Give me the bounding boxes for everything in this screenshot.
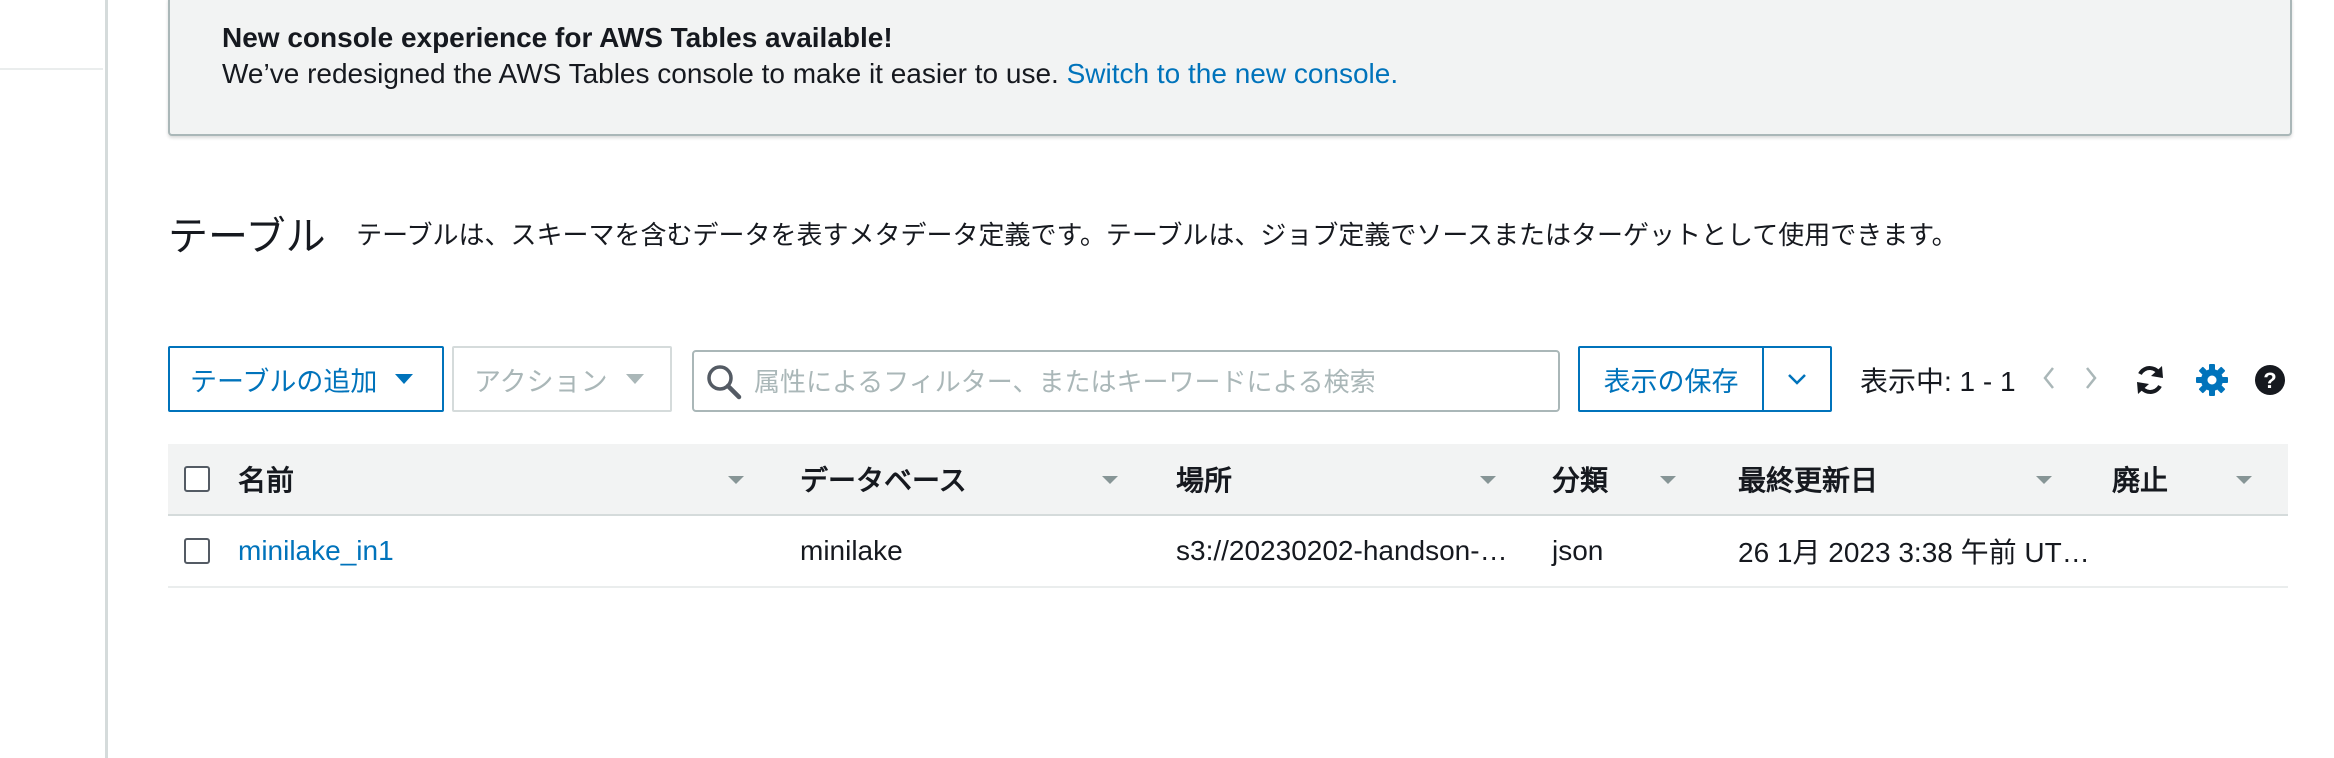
page-title: テーブル xyxy=(168,215,326,259)
column-header-name[interactable]: 名前 xyxy=(238,444,294,514)
save-view-dropdown[interactable] xyxy=(1764,348,1830,410)
row-checkbox[interactable] xyxy=(184,538,210,564)
refresh-icon[interactable] xyxy=(2132,362,2168,398)
location-cell: s3://20230202-handson-… xyxy=(1176,535,1508,566)
sidebar xyxy=(0,0,108,758)
svg-text:?: ? xyxy=(2263,368,2276,393)
table-row[interactable]: minilake_in1 minilake s3://20230202-hand… xyxy=(168,516,2288,588)
chevron-right-icon[interactable] xyxy=(2082,364,2100,392)
sidebar-divider xyxy=(0,68,103,70)
sort-icon[interactable] xyxy=(1480,476,1496,484)
save-view-button[interactable]: 表示の保存 xyxy=(1580,348,1764,410)
database-cell: minilake xyxy=(800,535,903,566)
chevron-down-icon xyxy=(1788,374,1806,385)
column-header-deprecated[interactable]: 廃止 xyxy=(2112,444,2168,514)
sort-icon[interactable] xyxy=(1102,476,1118,484)
search-input[interactable] xyxy=(752,356,1546,408)
save-view-button-group: 表示の保存 xyxy=(1578,346,1832,412)
switch-console-link[interactable]: Switch to the new console. xyxy=(1067,58,1399,89)
banner-body-text: We’ve redesigned the AWS Tables console … xyxy=(222,58,1059,89)
caret-down-icon xyxy=(625,374,644,384)
new-console-banner: New console experience for AWS Tables av… xyxy=(168,0,2292,136)
sort-icon[interactable] xyxy=(1660,476,1676,484)
search-icon xyxy=(707,365,742,400)
sort-icon[interactable] xyxy=(2036,476,2052,484)
action-label: アクション xyxy=(474,366,608,397)
table-header-row: 名前 データベース 場所 分類 最終更新日 廃止 xyxy=(168,444,2288,516)
add-table-button[interactable]: テーブルの追加 xyxy=(168,346,444,412)
banner-body: We’ve redesigned the AWS Tables console … xyxy=(222,58,1398,90)
column-header-last-updated[interactable]: 最終更新日 xyxy=(1738,444,1878,514)
add-table-label: テーブルの追加 xyxy=(190,366,378,397)
column-header-classification[interactable]: 分類 xyxy=(1552,444,1608,514)
gear-icon[interactable] xyxy=(2194,362,2230,398)
page-header: テーブル テーブルは、スキーマを含むデータを表すメタデータ定義です。テーブルは、… xyxy=(168,204,1958,262)
column-header-database[interactable]: データベース xyxy=(800,444,967,514)
action-button[interactable]: アクション xyxy=(452,346,672,412)
sort-icon[interactable] xyxy=(728,476,744,484)
help-icon[interactable]: ? xyxy=(2252,362,2288,398)
chevron-left-icon[interactable] xyxy=(2040,364,2058,392)
banner-title: New console experience for AWS Tables av… xyxy=(222,22,893,53)
column-header-location[interactable]: 場所 xyxy=(1176,444,1232,514)
caret-down-icon xyxy=(395,374,414,384)
tables-table: 名前 データベース 場所 分類 最終更新日 廃止 minilake_in1 mi… xyxy=(168,444,2288,588)
page-description: テーブルは、スキーマを含むデータを表すメタデータ定義です。テーブルは、ジョブ定義… xyxy=(356,219,1958,250)
sort-icon[interactable] xyxy=(2236,476,2252,484)
table-name-link[interactable]: minilake_in1 xyxy=(238,516,394,586)
search-box xyxy=(692,350,1560,412)
select-all-checkbox[interactable] xyxy=(184,466,210,492)
classification-cell: json xyxy=(1552,535,1604,566)
pagination-text: 表示中: 1 - 1 xyxy=(1860,366,2016,397)
last-updated-cell: 26 1月 2023 3:38 午前 UT… xyxy=(1738,537,2090,568)
